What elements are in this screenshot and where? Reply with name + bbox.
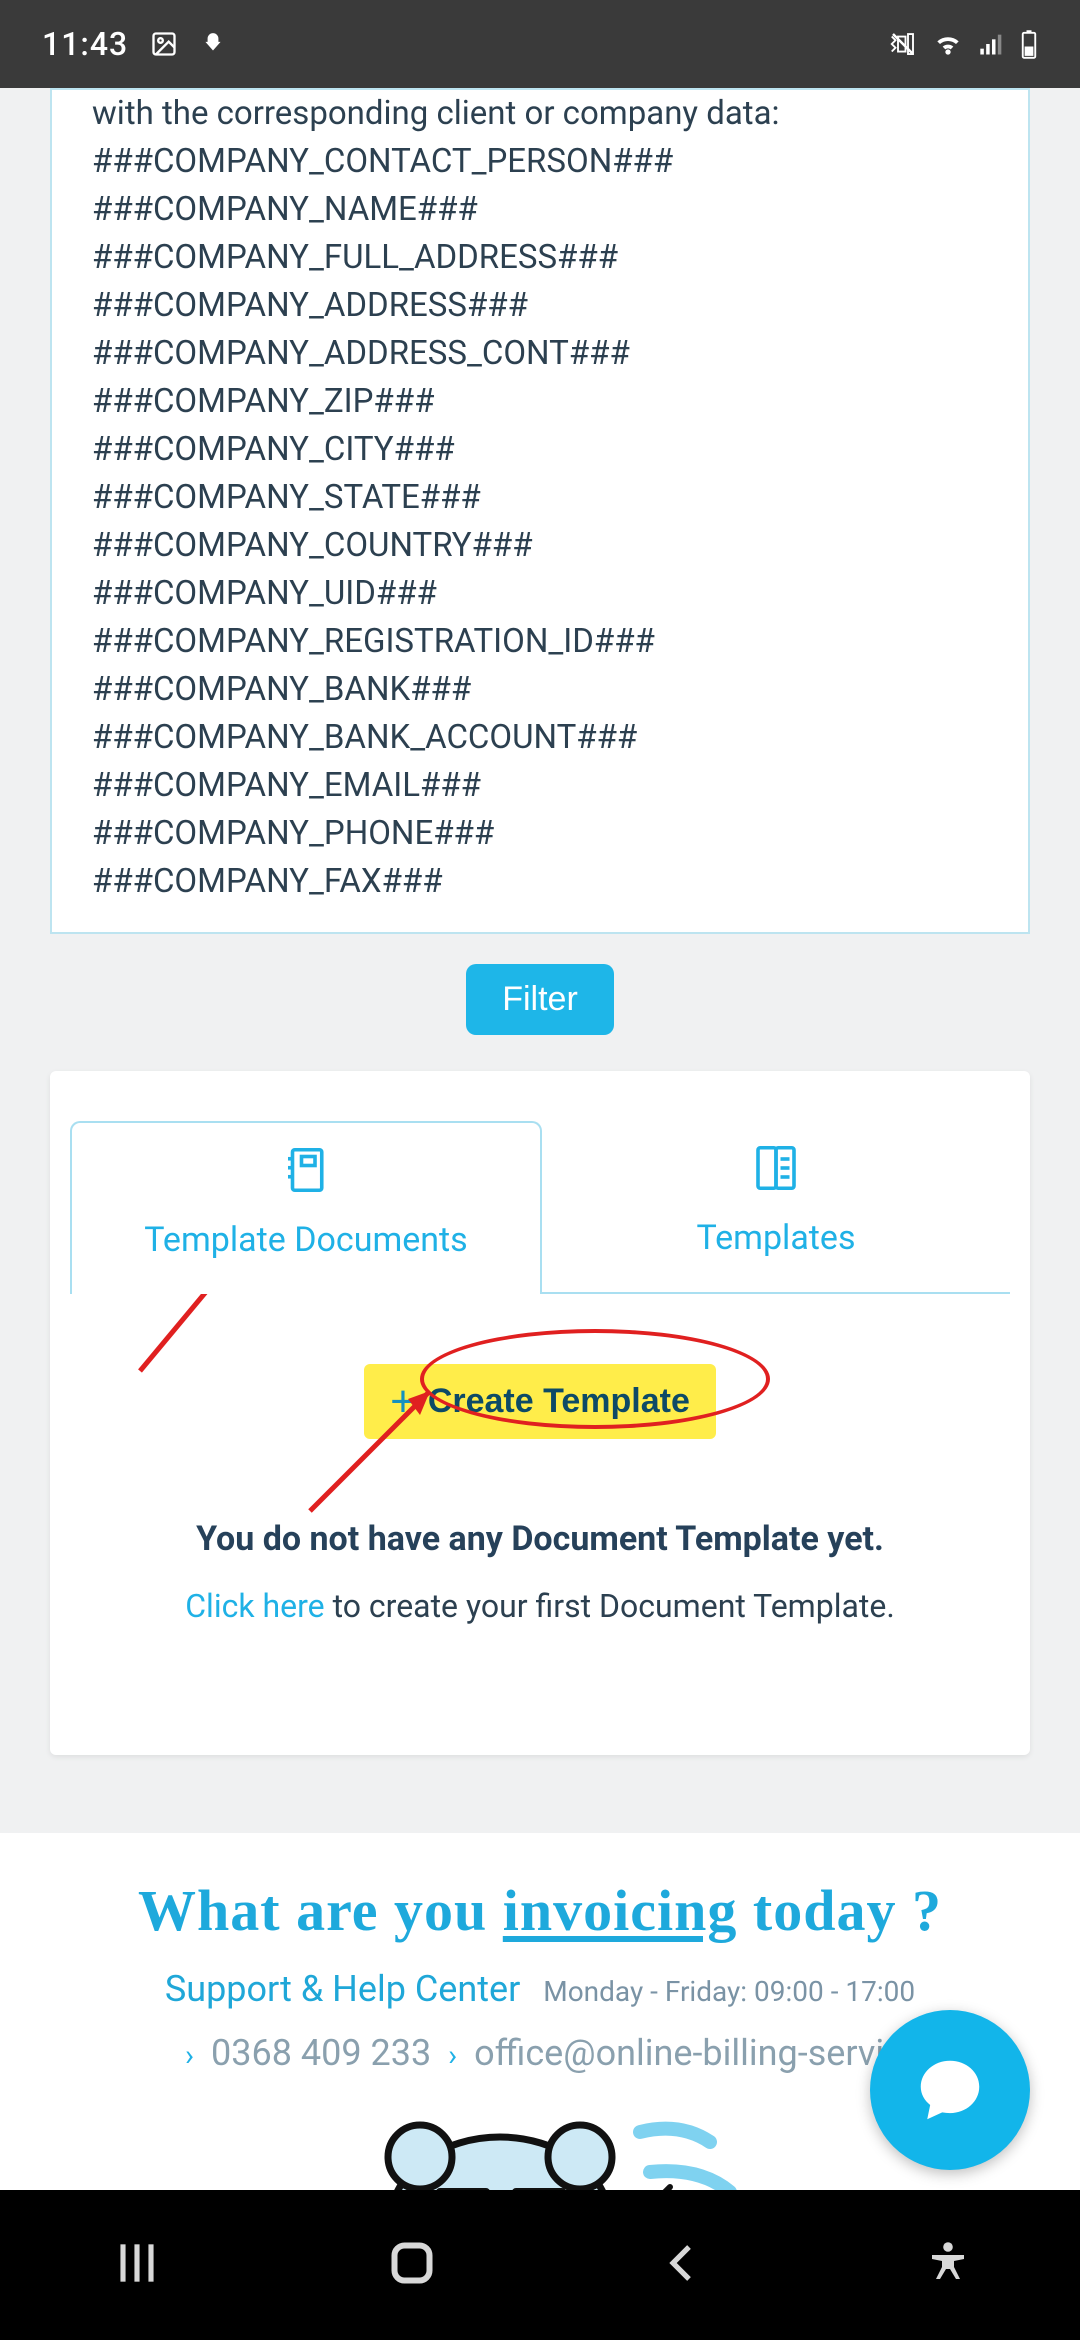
image-icon bbox=[150, 30, 178, 58]
tab-templates[interactable]: Templates bbox=[542, 1121, 1010, 1294]
back-button[interactable] bbox=[659, 2239, 707, 2291]
tab-label: Templates bbox=[696, 1218, 855, 1258]
android-status-bar: 11:43 bbox=[0, 0, 1080, 88]
create-row: + Create Template bbox=[50, 1364, 1030, 1439]
variable-item: ###COMPANY_FULL_ADDRESS### bbox=[92, 234, 988, 282]
status-left: 11:43 bbox=[42, 25, 226, 63]
home-button[interactable] bbox=[382, 2233, 442, 2297]
recents-button[interactable] bbox=[109, 2235, 165, 2295]
tab-label: Template Documents bbox=[144, 1220, 467, 1260]
signal-icon bbox=[978, 30, 1006, 58]
variable-item: ###COMPANY_STATE### bbox=[92, 474, 988, 522]
content-viewport[interactable]: with the corresponding client or company… bbox=[0, 88, 1080, 2190]
empty-state-rest: to create your first Document Template. bbox=[325, 1587, 895, 1625]
empty-state-sub: Click here to create your first Document… bbox=[90, 1587, 990, 1625]
support-hours: Monday - Friday: 09:00 - 17:00 bbox=[543, 1975, 915, 2008]
variable-item: ###COMPANY_BANK_ACCOUNT### bbox=[92, 714, 988, 762]
templates-card: Template Documents Templates + Create Te… bbox=[50, 1071, 1030, 1755]
accessibility-button[interactable] bbox=[924, 2239, 972, 2291]
status-right bbox=[888, 28, 1038, 60]
click-here-link[interactable]: Click here bbox=[185, 1587, 324, 1625]
create-template-label: Create Template bbox=[428, 1382, 690, 1421]
vibrate-icon bbox=[888, 29, 918, 59]
variable-item: ###COMPANY_FAX### bbox=[92, 858, 988, 906]
variable-item: ###COMPANY_ADDRESS_CONT### bbox=[92, 330, 988, 378]
variable-list-lead: with the corresponding client or company… bbox=[92, 90, 988, 138]
footer-tagline: What are you invoicing today ? bbox=[30, 1877, 1050, 1944]
empty-state-heading: You do not have any Document Template ye… bbox=[90, 1519, 990, 1559]
filter-button[interactable]: Filter bbox=[466, 964, 614, 1035]
chevron-icon: › bbox=[448, 2038, 457, 2073]
variable-item: ###COMPANY_BANK### bbox=[92, 666, 988, 714]
wifi-icon bbox=[932, 28, 964, 60]
tagline-part-underlined: invoicing bbox=[503, 1878, 738, 1943]
create-template-button[interactable]: + Create Template bbox=[364, 1364, 716, 1439]
tagline-part: today ? bbox=[737, 1878, 942, 1943]
chevron-icon: › bbox=[185, 2038, 194, 2073]
variable-item: ###COMPANY_EMAIL### bbox=[92, 762, 988, 810]
android-nav-bar bbox=[0, 2190, 1080, 2340]
variable-item: ###COMPANY_COUNTRY### bbox=[92, 522, 988, 570]
phone-number[interactable]: 0368 409 233 bbox=[211, 2032, 431, 2074]
chat-fab[interactable] bbox=[870, 2010, 1030, 2170]
document-icon bbox=[82, 1143, 530, 1206]
filter-row: Filter bbox=[0, 964, 1080, 1035]
clock: 11:43 bbox=[42, 25, 128, 63]
variable-item: ###COMPANY_CONTACT_PERSON### bbox=[92, 138, 988, 186]
tab-bar: Template Documents Templates bbox=[50, 1071, 1030, 1294]
variable-item: ###COMPANY_ZIP### bbox=[92, 378, 988, 426]
battery-icon bbox=[1020, 29, 1038, 59]
support-label: Support & Help Center bbox=[165, 1968, 520, 2010]
download-icon bbox=[200, 31, 226, 57]
templates-icon bbox=[552, 1141, 1000, 1204]
variable-item: ###COMPANY_ADDRESS### bbox=[92, 282, 988, 330]
variable-item: ###COMPANY_UID### bbox=[92, 570, 988, 618]
variable-item: ###COMPANY_PHONE### bbox=[92, 810, 988, 858]
support-line: Support & Help Center Monday - Friday: 0… bbox=[30, 1968, 1050, 2010]
variable-item: ###COMPANY_REGISTRATION_ID### bbox=[92, 618, 988, 666]
variable-item: ###COMPANY_CITY### bbox=[92, 426, 988, 474]
tagline-part: What are you bbox=[138, 1878, 503, 1943]
chat-icon bbox=[911, 2051, 989, 2129]
email-address[interactable]: office@online-billing-servic bbox=[474, 2032, 903, 2074]
tab-template-documents[interactable]: Template Documents bbox=[70, 1121, 542, 1294]
variable-item: ###COMPANY_NAME### bbox=[92, 186, 988, 234]
variable-list-box: with the corresponding client or company… bbox=[50, 88, 1030, 934]
